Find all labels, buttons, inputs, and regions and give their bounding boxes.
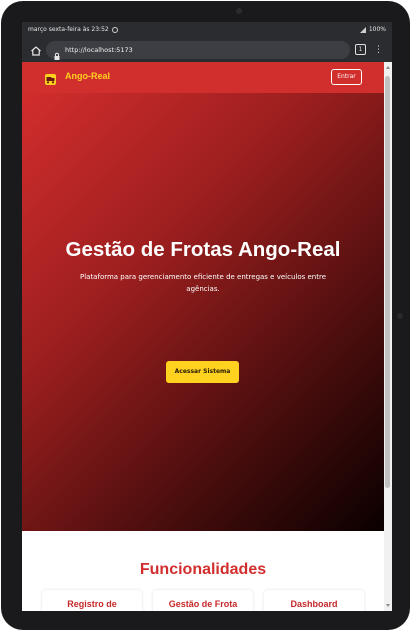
login-button[interactable]: Entrar [331, 69, 362, 85]
browser-toolbar: http://localhost:5173 1 ⋮ [22, 38, 392, 62]
status-datetime: março sexta-feira às 23:52 [28, 26, 109, 33]
features-section: Funcionalidades Registro de Gestão de Fr… [22, 531, 384, 611]
tab-switcher-button[interactable]: 1 [355, 44, 366, 55]
overflow-menu-icon[interactable]: ⋮ [374, 43, 383, 57]
side-sensor [397, 313, 403, 319]
brand-name[interactable]: Ango-Real [65, 71, 110, 81]
hero-subtitle: Plataforma para gerenciamento eficiente … [79, 273, 327, 293]
access-system-button[interactable]: Acessar Sistema [166, 361, 239, 383]
address-bar[interactable]: http://localhost:5173 [46, 41, 350, 60]
lock-icon [53, 46, 61, 60]
wifi-icon [111, 26, 118, 33]
scroll-down-icon[interactable] [386, 604, 390, 607]
scroll-up-icon[interactable] [386, 66, 390, 69]
truck-logo-icon[interactable] [44, 71, 57, 85]
url-text: http://localhost:5173 [65, 46, 133, 54]
hero-section: Gestão de Frotas Ango-Real Plataforma pa… [22, 93, 384, 531]
web-page: Ango-Real Entrar Gestão de Frotas Ango-R… [22, 62, 384, 611]
hero-title: Gestão de Frotas Ango-Real [65, 238, 341, 261]
feature-card-title: Registro de [67, 599, 117, 609]
feature-card-dashboard[interactable]: Dashboard [264, 590, 364, 611]
site-navbar: Ango-Real Entrar [22, 62, 384, 93]
status-bar: março sexta-feira às 23:52 100% [22, 22, 392, 38]
front-camera [236, 8, 242, 14]
features-title: Funcionalidades [139, 561, 267, 578]
feature-card-title: Dashboard [290, 599, 338, 609]
feature-card-registro[interactable]: Registro de [42, 590, 142, 611]
scroll-thumb[interactable] [385, 76, 390, 488]
battery-level: 100% [368, 26, 386, 33]
tablet-frame: março sexta-feira às 23:52 100% http://l… [1, 1, 410, 630]
home-icon[interactable] [29, 43, 43, 57]
feature-card-gestao[interactable]: Gestão de Frota [153, 590, 253, 611]
feature-card-title: Gestão de Frota [168, 599, 238, 609]
signal-icon [359, 26, 366, 33]
page-scrollbar[interactable] [384, 62, 392, 611]
screen: março sexta-feira às 23:52 100% http://l… [22, 22, 392, 611]
